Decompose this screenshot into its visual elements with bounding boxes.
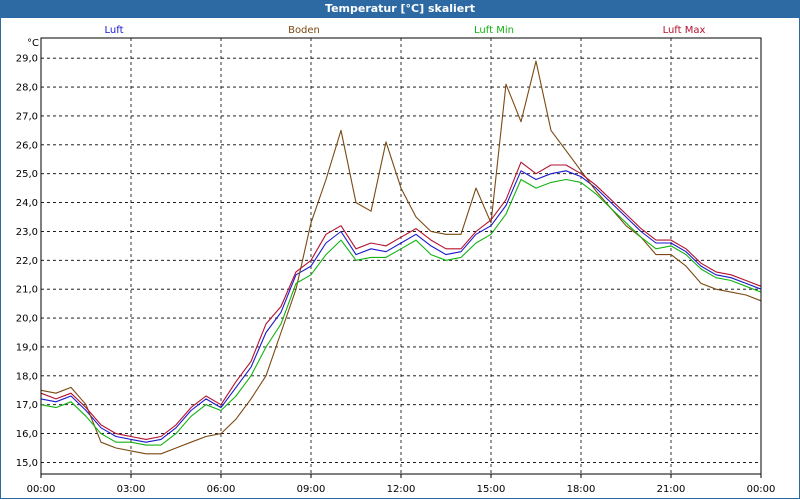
x-tick-time: 06:00 [207,484,236,495]
x-tick-time: 00:00 [747,484,776,495]
legend: Luft Boden Luft Min Luft Max [105,25,706,36]
y-tick-label: 17,0 [16,400,38,411]
y-tick-label: 20,0 [16,314,38,325]
y-tick-label: 18,0 [16,371,38,382]
x-tick-time: 12:00 [387,484,416,495]
legend-boden: Boden [288,25,320,36]
x-tick-time: 15:00 [477,484,506,495]
x-tick-time: 00:00 [27,484,56,495]
series-line-luft-max [40,161,762,440]
y-tick-label: 25,0 [16,169,38,180]
legend-luft: Luft [105,25,124,36]
x-tick-time: 09:00 [297,484,326,495]
legend-luft-min: Luft Min [474,25,514,36]
window-title: Temperatur [°C] skaliert [0,0,800,18]
temperature-chart: 15,0 16,0 17,0 18,0 19,0 20,0 21,0 22,0 23,0 24,0… [16,25,776,495]
y-axis-label: °C [27,38,39,49]
y-tick-label: 27,0 [16,111,38,122]
y-tick-label: 19,0 [16,342,38,353]
y-tick-label: 23,0 [16,227,38,238]
x-tick-time: 03:00 [117,484,146,495]
x-axis-ticks: 00:0013.06.2003:0013.06.2006:0013.06.200… [27,474,776,495]
y-tick-label: 21,0 [16,285,38,296]
y-axis-ticks: 15,0 16,0 17,0 18,0 19,0 20,0 21,0 22,0 23,0 24,0… [16,54,38,469]
y-tick-label: 16,0 [16,429,38,440]
y-tick-label: 28,0 [16,83,38,94]
x-tick-time: 21:00 [657,484,686,495]
series-line-luft [40,170,762,443]
y-tick-label: 26,0 [16,140,38,151]
y-tick-label: 29,0 [16,54,38,65]
y-tick-label: 15,0 [16,458,38,469]
legend-luft-max: Luft Max [663,25,706,36]
chart-frame: 15,0 16,0 17,0 18,0 19,0 20,0 21,0 22,0 23,0 24,0… [0,18,800,499]
y-tick-label: 24,0 [16,198,38,209]
grid [41,38,761,474]
y-tick-label: 22,0 [16,256,38,267]
x-tick-time: 18:00 [567,484,596,495]
